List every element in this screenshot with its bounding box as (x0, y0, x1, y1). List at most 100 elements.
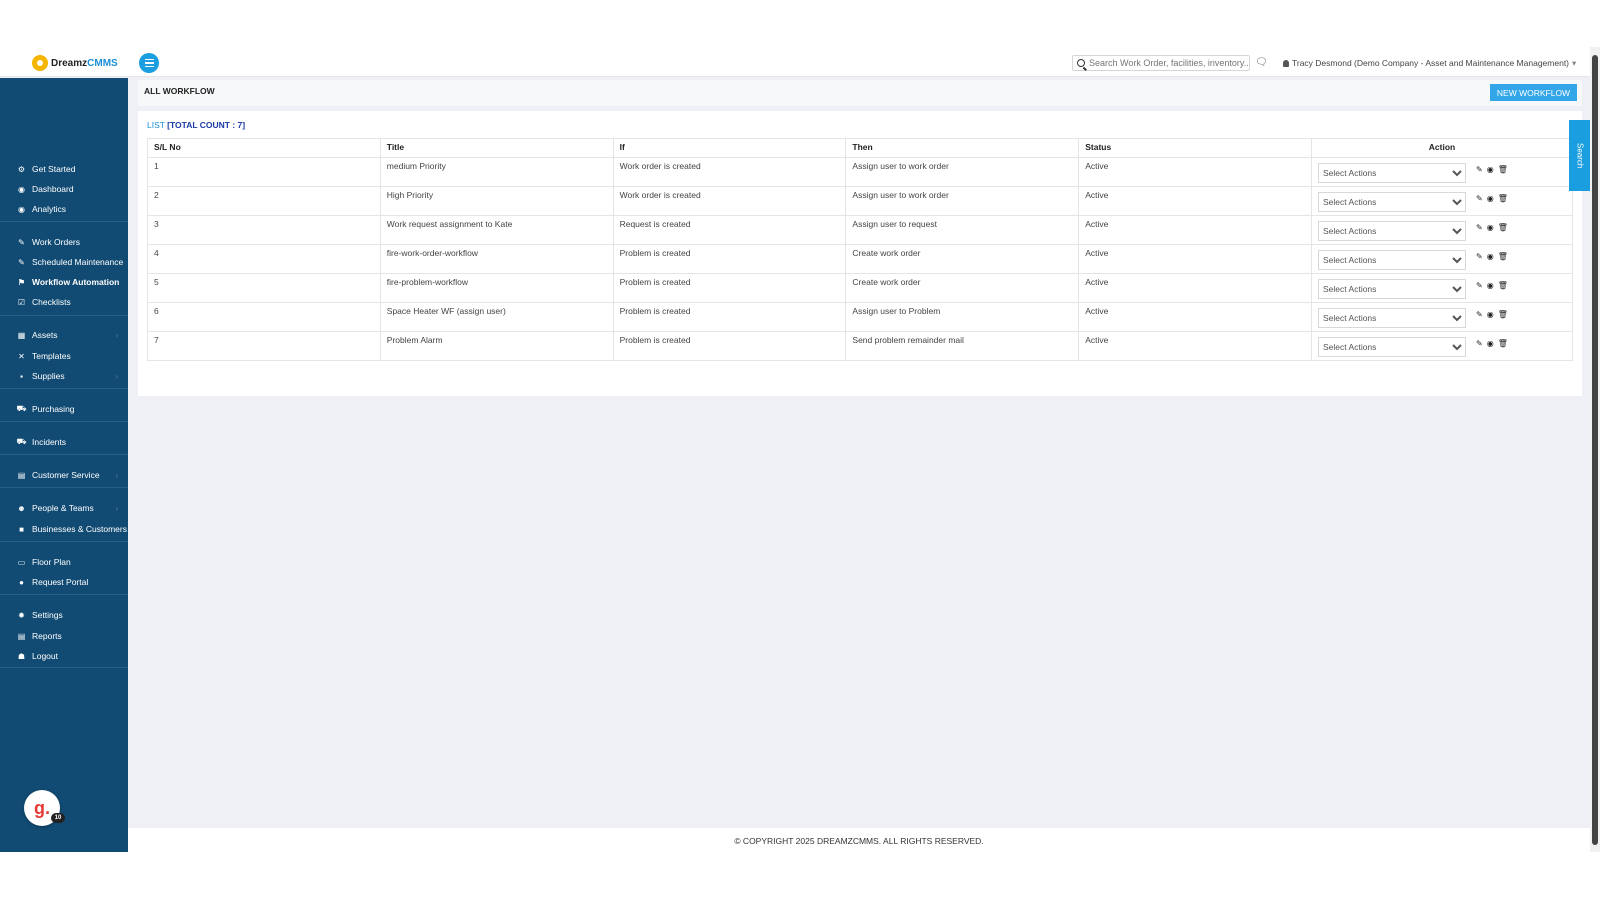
sidebar-item-label: Logout (32, 651, 58, 661)
view-icon[interactable]: ◉ (1487, 252, 1494, 261)
delete-icon[interactable]: 🗑 (1498, 310, 1508, 319)
select-actions-dropdown[interactable]: Select Actions (1318, 221, 1467, 241)
video-icon: ■ (19, 524, 24, 534)
table-row[interactable]: 4 fire-work-order-workflow Problem is crea… (147, 244, 1573, 274)
column-header-then[interactable]: Then (845, 138, 1080, 158)
column-header-title[interactable]: Title (379, 138, 614, 158)
sidebar-item-logout[interactable]: ☗ Logout (0, 646, 128, 666)
cell-title: fire-work-order-workflow (379, 244, 614, 274)
sidebar-item-label: Request Portal (32, 577, 89, 587)
sidebar-item-templates[interactable]: ✕ Templates (0, 346, 128, 366)
global-search[interactable] (1072, 55, 1250, 71)
cell-then: Create work order (845, 273, 1080, 303)
sidebar-item-label: Dashboard (32, 184, 74, 194)
sidebar-item-request-portal[interactable]: ● Request Portal (0, 572, 128, 592)
cell-status: Active (1078, 302, 1313, 332)
sidebar-item-label: Reports (32, 631, 62, 641)
sidebar-item-businesses-customers[interactable]: ■ Businesses & Customers (0, 519, 128, 539)
delete-icon[interactable]: 🗑 (1498, 194, 1508, 203)
cell-action: Select Actions ✎ ◉ 🗑 (1311, 273, 1573, 303)
select-actions-dropdown[interactable]: Select Actions (1318, 308, 1467, 328)
sidebar-item-label: Assets (32, 330, 58, 340)
sidebar-item-scheduled-maintenance[interactable]: ✎ Scheduled Maintenance (0, 252, 128, 272)
view-icon[interactable]: ◉ (1487, 165, 1494, 174)
edit-icon[interactable]: ✎ (1476, 194, 1483, 203)
chat-icon[interactable]: 🗨 (1255, 57, 1268, 68)
edit-icon[interactable]: ✎ (1476, 165, 1483, 174)
sidebar-divider (0, 667, 128, 668)
view-icon[interactable]: ◉ (1487, 223, 1494, 232)
logo[interactable]: DreamzCMMS (32, 55, 118, 71)
sidebar-item-incidents[interactable]: ⛟ Incidents (0, 432, 128, 452)
row-tool-icons: ✎ ◉ 🗑 (1476, 223, 1508, 232)
sidebar-item-settings[interactable]: ✹ Settings (0, 605, 128, 625)
cell-if: Problem is created (612, 273, 847, 303)
checkbox-icon: ☑ (17, 297, 26, 307)
sidebar-divider (0, 594, 128, 595)
sidebar-item-dashboard[interactable]: ◉ Dashboard (0, 179, 128, 199)
select-actions-dropdown[interactable]: Select Actions (1318, 192, 1467, 212)
view-icon[interactable]: ◉ (1487, 310, 1494, 319)
table-body: 1 medium Priority Work order is created Ass… (147, 157, 1573, 361)
delete-icon[interactable]: 🗑 (1498, 223, 1508, 232)
cell-action: Select Actions ✎ ◉ 🗑 (1311, 215, 1573, 245)
row-tool-icons: ✎ ◉ 🗑 (1476, 310, 1508, 319)
table-row[interactable]: 5 fire-problem-workflow Problem is created… (147, 273, 1573, 303)
table-row[interactable]: 3 Work request assignment to Kate Request … (147, 215, 1573, 245)
sidebar-item-label: Floor Plan (32, 557, 71, 567)
view-icon[interactable]: ◉ (1487, 194, 1494, 203)
sidebar-item-workflow-automation[interactable]: ⚑ Workflow Automation (0, 272, 128, 292)
sidebar-item-checklists[interactable]: ☑ Checklists (0, 292, 128, 312)
row-tool-icons: ✎ ◉ 🗑 (1476, 281, 1508, 290)
select-actions-dropdown[interactable]: Select Actions (1318, 337, 1467, 357)
select-actions-dropdown[interactable]: Select Actions (1318, 250, 1467, 270)
select-actions-dropdown[interactable]: Select Actions (1318, 279, 1467, 299)
scrollbar-thumb[interactable] (1592, 55, 1598, 845)
table-row[interactable]: 1 medium Priority Work order is created Ass… (147, 157, 1573, 187)
sidebar-item-assets[interactable]: ▦ Assets › (0, 325, 128, 345)
table-row[interactable]: 7 Problem Alarm Problem is created Send pro… (147, 331, 1573, 361)
sidebar-item-customer-service[interactable]: ▤ Customer Service › (0, 465, 128, 485)
view-icon[interactable]: ◉ (1487, 339, 1494, 348)
wrench-icon: ✎ (18, 237, 25, 247)
new-workflow-button[interactable]: NEW WORKFLOW (1490, 84, 1577, 101)
sidebar-item-people-teams[interactable]: ☻ People & Teams › (0, 498, 128, 518)
chevron-right-icon: › (115, 330, 118, 340)
chevron-right-icon: › (115, 503, 118, 513)
sidebar-item-analytics[interactable]: ◉ Analytics (0, 199, 128, 219)
delete-icon[interactable]: 🗑 (1498, 252, 1508, 261)
delete-icon[interactable]: 🗑 (1498, 165, 1508, 174)
table-header-row: S/L No Title If Then Status Action (147, 138, 1573, 158)
page-title: ALL WORKFLOW (144, 86, 215, 96)
sidebar-item-purchasing[interactable]: ⛟ Purchasing (0, 399, 128, 419)
sidebar-item-floor-plan[interactable]: ▭ Floor Plan (0, 552, 128, 572)
cell-title: fire-problem-workflow (379, 273, 614, 303)
edit-icon[interactable]: ✎ (1476, 252, 1483, 261)
edit-icon[interactable]: ✎ (1476, 223, 1483, 232)
edit-icon[interactable]: ✎ (1476, 281, 1483, 290)
user-icon (1283, 60, 1289, 67)
cell-status: Active (1078, 244, 1313, 274)
sidebar-item-reports[interactable]: ▤ Reports (0, 626, 128, 646)
briefcase-icon: ▪ (20, 371, 23, 381)
delete-icon[interactable]: 🗑 (1498, 339, 1508, 348)
sidebar-item-supplies[interactable]: ▪ Supplies › (0, 366, 128, 386)
view-icon[interactable]: ◉ (1487, 281, 1494, 290)
table-row[interactable]: 6 Space Heater WF (assign user) Problem is… (147, 302, 1573, 332)
edit-icon[interactable]: ✎ (1476, 339, 1483, 348)
edit-icon[interactable]: ✎ (1476, 310, 1483, 319)
column-header-if[interactable]: If (612, 138, 847, 158)
search-input[interactable] (1089, 58, 1249, 68)
side-search-tab[interactable]: Search (1569, 120, 1591, 191)
sidebar-item-get-started[interactable]: ⚙ Get Started (0, 159, 128, 179)
user-icon: ☗ (17, 651, 26, 661)
column-header-sl-no[interactable]: S/L No (147, 138, 381, 158)
sidebar-item-work-orders[interactable]: ✎ Work Orders (0, 232, 128, 252)
cell-sl-no: 6 (147, 302, 381, 332)
column-header-status[interactable]: Status (1078, 138, 1313, 158)
select-actions-dropdown[interactable]: Select Actions (1318, 163, 1467, 183)
delete-icon[interactable]: 🗑 (1498, 281, 1508, 290)
menu-toggle-button[interactable] (139, 53, 159, 73)
user-menu[interactable]: Tracy Desmond (Demo Company - Asset and … (1283, 58, 1576, 69)
table-row[interactable]: 2 High Priority Work order is created Assig… (147, 186, 1573, 216)
